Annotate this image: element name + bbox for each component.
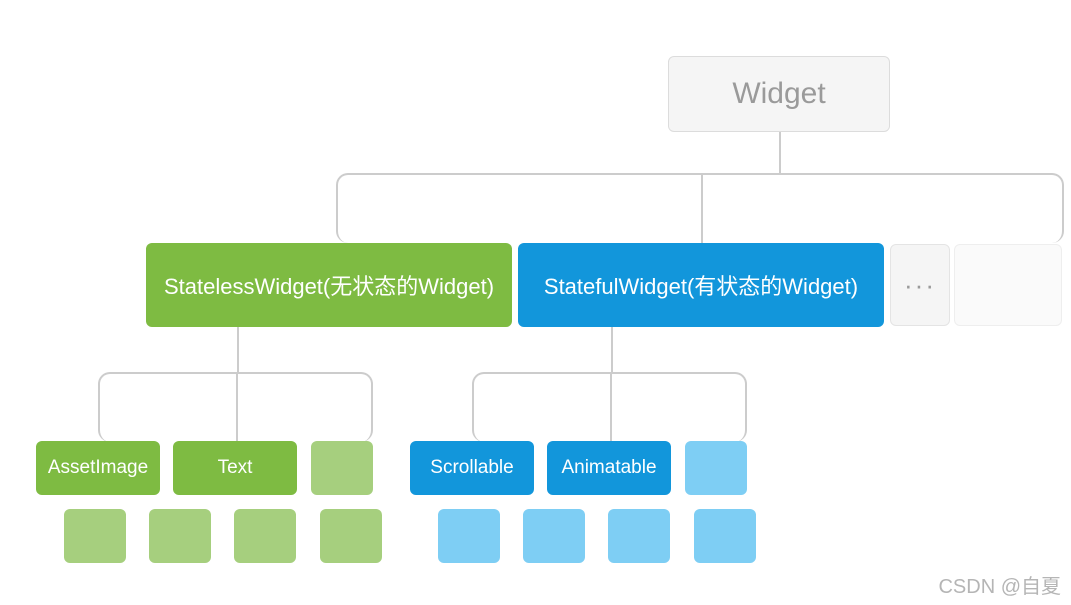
node-leaf-placeholder bbox=[694, 509, 756, 563]
node-leaf-placeholder bbox=[320, 509, 382, 563]
node-overflow-placeholder bbox=[954, 244, 1062, 326]
node-stateful-widget: StatefulWidget(有状态的Widget) bbox=[518, 243, 884, 327]
node-stateless-placeholder bbox=[311, 441, 373, 495]
connector-line bbox=[610, 374, 612, 442]
node-leaf-placeholder bbox=[64, 509, 126, 563]
node-leaf-placeholder bbox=[608, 509, 670, 563]
node-text: Text bbox=[173, 441, 297, 495]
node-label: AssetImage bbox=[48, 457, 148, 479]
node-leaf-placeholder bbox=[234, 509, 296, 563]
node-scrollable: Scrollable bbox=[410, 441, 534, 495]
connector-line bbox=[779, 131, 781, 175]
node-leaf-placeholder bbox=[149, 509, 211, 563]
connector-line bbox=[237, 326, 239, 374]
node-label: Scrollable bbox=[430, 457, 513, 479]
watermark-text: CSDN @自夏 bbox=[938, 570, 1061, 599]
connector-line bbox=[336, 173, 1064, 243]
node-asset-image: AssetImage bbox=[36, 441, 160, 495]
node-widget-root: Widget bbox=[668, 56, 890, 132]
connector-line bbox=[236, 374, 238, 442]
node-label: Animatable bbox=[561, 457, 656, 479]
ellipsis-icon: ··· bbox=[904, 270, 936, 301]
node-leaf-placeholder bbox=[523, 509, 585, 563]
node-label: StatefulWidget(有状态的Widget) bbox=[544, 269, 858, 301]
connector-line bbox=[701, 175, 703, 245]
node-animatable: Animatable bbox=[547, 441, 671, 495]
node-label: StatelessWidget(无状态的Widget) bbox=[164, 269, 494, 301]
node-more-siblings: ··· bbox=[890, 244, 950, 326]
node-stateful-placeholder bbox=[685, 441, 747, 495]
node-label: Text bbox=[218, 457, 253, 479]
connector-line bbox=[611, 326, 613, 374]
node-stateless-widget: StatelessWidget(无状态的Widget) bbox=[146, 243, 512, 327]
node-label: Widget bbox=[732, 77, 825, 111]
node-leaf-placeholder bbox=[438, 509, 500, 563]
